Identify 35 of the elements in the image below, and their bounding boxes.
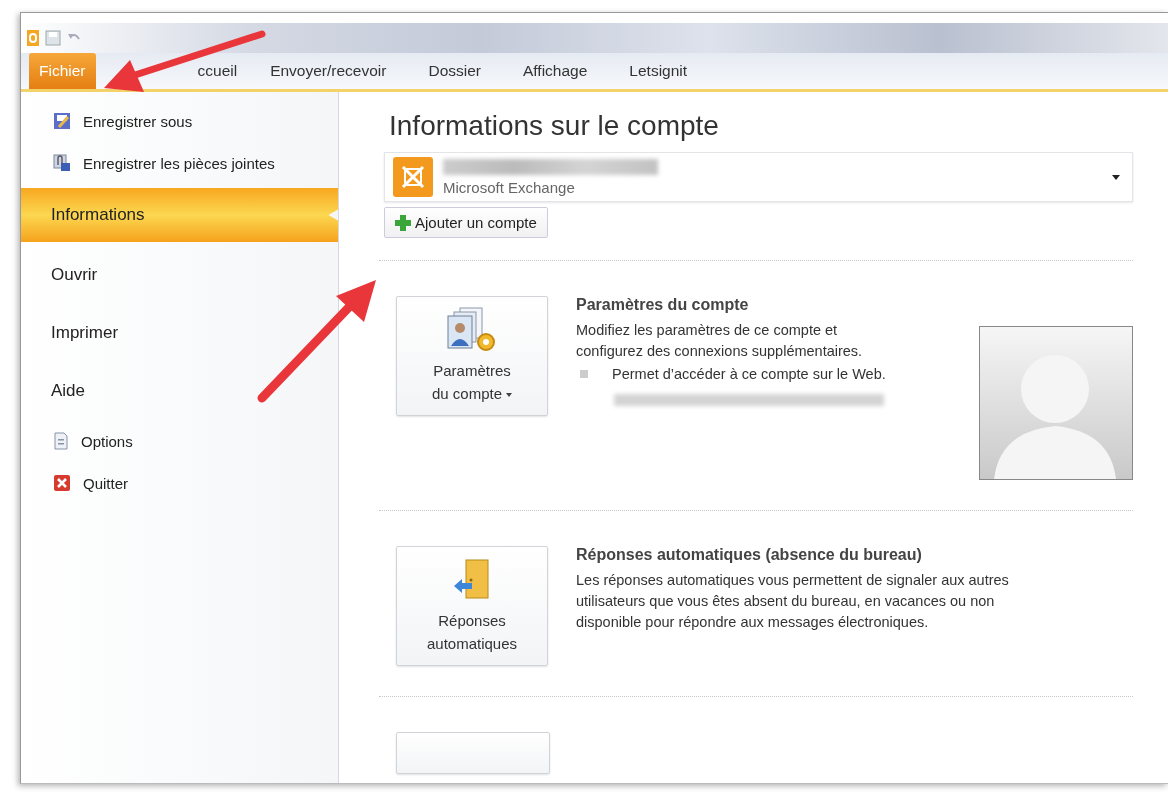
section-button[interactable]: [396, 732, 550, 774]
bullet-icon: [580, 370, 588, 379]
plus-icon: [395, 214, 411, 231]
ribbon-tab[interactable]: Dossier: [407, 61, 502, 81]
menu-item[interactable]: Enregistrer sous: [21, 100, 338, 142]
section-description: Modifiez les paramètres de ce compte et configurez des connexions supplémentaires.: [576, 321, 864, 361]
document-icon: [53, 432, 69, 450]
save-icon[interactable]: [45, 30, 61, 46]
menu-item[interactable]: Enregistrer les pièces jointes: [21, 142, 338, 184]
bullet-text: Permet d’accéder à ce compte sur le Web.: [612, 366, 886, 383]
ribbon-tab[interactable]: Letsignit: [608, 61, 709, 81]
section-title: Paramètres du compte: [576, 296, 750, 314]
section-title: Réponses automatiques (absence du bureau): [576, 546, 923, 564]
menu-item[interactable]: Ouvrir: [21, 246, 338, 304]
ribbon-tab[interactable]: Envoyer/recevoir: [249, 61, 408, 81]
attachment-icon: [53, 154, 71, 172]
menu-item[interactable]: Aide: [21, 362, 338, 420]
exchange-icon: [393, 157, 433, 197]
account-dropdown[interactable]: Microsoft Exchange: [384, 152, 1133, 202]
add-account-button[interactable]: Ajouter un compte: [384, 207, 548, 238]
save-as-icon: [53, 112, 71, 130]
section-button[interactable]: Paramètres du compte: [396, 296, 548, 416]
close-icon: [53, 474, 71, 492]
menu-item[interactable]: Quitter: [21, 462, 338, 504]
page-title: Informations sur le compte: [389, 110, 720, 142]
section-description: Les réponses automatiques vous permettent de signaler aux autres utilisateurs que vous êtes absent du bureau, en vacances ou non disponible pour répondre aux messages électroniques.: [576, 571, 1010, 633]
app-logo-icon[interactable]: [27, 30, 39, 46]
account-settings-icon: [446, 306, 498, 354]
ribbon-tab[interactable]: Affichage: [502, 61, 609, 81]
menu-item[interactable]: Imprimer: [21, 304, 338, 362]
ribbon-tab[interactable]: ccueil: [197, 61, 250, 81]
dropdown-caret-icon: [1112, 174, 1120, 180]
menu-item[interactable]: Informations: [21, 188, 338, 242]
menu-item[interactable]: Options: [21, 420, 338, 462]
section-button[interactable]: Réponses automatiques: [396, 546, 548, 666]
